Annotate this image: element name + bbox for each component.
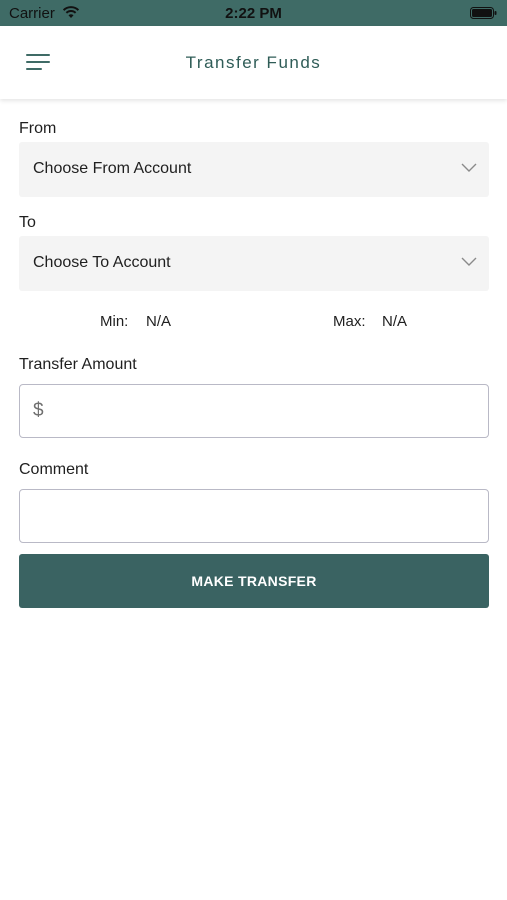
transfer-amount-field[interactable]: $ [19,384,489,438]
from-label: From [19,120,57,137]
navigation-bar: Transfer Funds [0,26,507,99]
transfer-amount-input[interactable] [56,385,476,437]
to-account-select[interactable]: Choose To Account [19,236,489,291]
from-account-value: Choose From Account [33,160,192,177]
chevron-down-icon [461,163,477,172]
page-title: Transfer Funds [185,53,322,72]
currency-symbol: $ [33,400,44,421]
min-value: N/A [146,313,172,330]
comment-input[interactable] [56,490,476,542]
max-value: N/A [382,313,408,330]
comment-field[interactable] [19,489,489,543]
chevron-down-icon [461,257,477,266]
transfer-amount-label: Transfer Amount [19,356,137,373]
battery-icon [470,7,497,19]
from-account-select[interactable]: Choose From Account [19,142,489,197]
status-bar: Carrier 2:22 PM [0,0,507,26]
to-label: To [19,214,36,231]
min-label: Min: [100,313,129,330]
max-label: Max: [333,313,366,330]
make-transfer-button[interactable]: MAKE TRANSFER [19,554,489,608]
clock-time: 2:22 PM [225,5,282,22]
comment-label: Comment [19,461,89,478]
to-account-value: Choose To Account [33,254,171,271]
